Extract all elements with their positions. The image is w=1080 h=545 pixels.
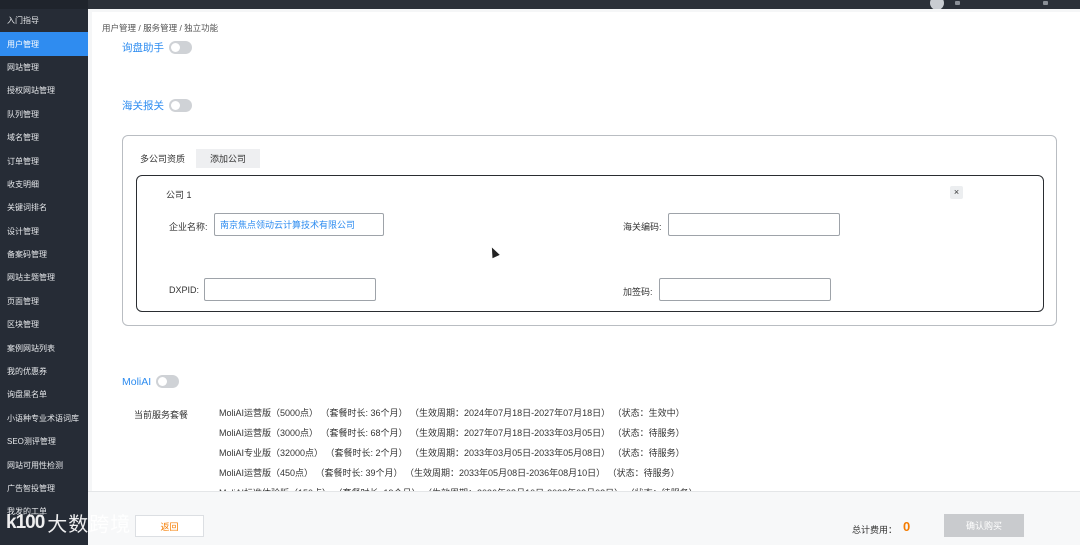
- inquiry-assistant-toggle[interactable]: [169, 41, 192, 54]
- sidebar-item[interactable]: 域名管理: [0, 126, 88, 149]
- dxpid-label: DXPID:: [169, 285, 200, 295]
- company-name-label: 企业名称:: [169, 222, 208, 232]
- sidebar-top-strip: [0, 0, 88, 9]
- sidebar-item[interactable]: 备案码管理: [0, 243, 88, 266]
- sidebar-item[interactable]: 我的优惠券: [0, 360, 88, 383]
- sidebar-item[interactable]: 页面管理: [0, 290, 88, 313]
- moliai-label: MoliAI: [122, 375, 152, 388]
- list-item: MoliAI运营版（5000点） （套餐时长: 36个月） （生效周期：2024…: [219, 408, 685, 418]
- content-panel: 用户管理 / 服务管理 / 独立功能 询盘助手 海关报关 多公司资质 添加公司 …: [92, 12, 1080, 494]
- topbar-action-icon[interactable]: [1043, 1, 1048, 5]
- sidebar-item[interactable]: 案例网站列表: [0, 336, 88, 359]
- add-company-button[interactable]: 添加公司: [196, 149, 261, 168]
- sidebar-item[interactable]: 订单管理: [0, 149, 88, 172]
- multi-company-tab[interactable]: 多公司资质: [140, 152, 185, 165]
- top-bar: [88, 0, 1080, 10]
- topbar-menu-icon[interactable]: [955, 1, 960, 5]
- feature-inquiry-assistant: 询盘助手: [122, 40, 192, 55]
- sidebar-item[interactable]: 区块管理: [0, 313, 88, 336]
- total-cost-label: 总计费用：: [852, 525, 898, 535]
- close-icon[interactable]: ×: [950, 186, 963, 199]
- main-content: 用户管理 / 服务管理 / 独立功能 询盘助手 海关报关 多公司资质 添加公司 …: [88, 9, 1080, 545]
- list-item: MoliAI运营版（450点） （套餐时长: 39个月） （生效周期：2033年…: [219, 468, 680, 478]
- sign-code-input[interactable]: [659, 278, 831, 301]
- company-card: 公司 1 × 企业名称: 海关编码: DXPID: 加签码:: [136, 175, 1044, 312]
- inquiry-assistant-label: 询盘助手: [122, 42, 164, 54]
- sign-code-label: 加签码:: [623, 287, 653, 297]
- list-item: MoliAI运营版（3000点） （套餐时长: 68个月） （生效周期：2027…: [219, 428, 685, 438]
- sidebar-item[interactable]: 小语种专业术语词库: [0, 407, 88, 430]
- sidebar-menu: 入门指导 用户管理 网站管理 授权网站管理 队列管理 域名管理 订单管理 收支明细 关键词排名设…: [0, 9, 88, 524]
- sidebar-item[interactable]: 网站可用性检测: [0, 453, 88, 476]
- current-service-label: 当前服务套餐: [134, 410, 189, 420]
- sidebar-item[interactable]: 网站主题管理: [0, 266, 88, 289]
- confirm-purchase-button[interactable]: 确认购买: [944, 514, 1024, 537]
- watermark: k100 大数跨境: [6, 508, 131, 537]
- customs-code-input[interactable]: [668, 213, 840, 236]
- sidebar-item[interactable]: 收支明细: [0, 173, 88, 196]
- company-name-input[interactable]: [214, 213, 384, 236]
- sidebar-item[interactable]: 授权网站管理: [0, 79, 88, 102]
- sidebar-item[interactable]: 广告智投管理: [0, 477, 88, 500]
- breadcrumb: 用户管理 / 服务管理 / 独立功能: [102, 23, 219, 33]
- sidebar-item[interactable]: 设计管理: [0, 220, 88, 243]
- company-title: 公司 1: [166, 190, 192, 200]
- sidebar-item[interactable]: SEO测评管理: [0, 430, 88, 453]
- watermark-text: 大数跨境: [47, 514, 132, 536]
- company-tab-row: 多公司资质 添加公司: [140, 149, 261, 168]
- customs-toggle[interactable]: [169, 99, 192, 112]
- sidebar-item[interactable]: 队列管理: [0, 103, 88, 126]
- watermark-logo: k100: [6, 511, 45, 533]
- total-cost-value: 0: [903, 519, 911, 534]
- feature-moliai: MoliAI: [122, 375, 180, 388]
- dxpid-input[interactable]: [204, 278, 376, 301]
- back-button[interactable]: 返回: [135, 515, 204, 537]
- moliai-toggle[interactable]: [156, 375, 180, 388]
- footer-bar: 返回 总计费用： 0 确认购买: [88, 491, 1080, 545]
- sidebar-item[interactable]: 用户管理: [0, 32, 88, 56]
- sidebar-item[interactable]: 网站管理: [0, 56, 88, 79]
- service-package-list: MoliAI运营版（5000点） （套餐时长: 36个月） （生效周期：2024…: [219, 407, 1059, 494]
- customs-code-label: 海关编码:: [623, 222, 662, 232]
- sidebar-item[interactable]: 入门指导: [0, 9, 88, 32]
- feature-customs: 海关报关: [122, 98, 192, 113]
- customs-label: 海关报关: [122, 100, 164, 112]
- sidebar: 入门指导 用户管理 网站管理 授权网站管理 队列管理 域名管理 订单管理 收支明细 关键词排名设…: [0, 0, 88, 545]
- sidebar-item[interactable]: 关键词排名: [0, 196, 88, 219]
- list-item: MoliAI专业版（32000点） （套餐时长: 2个月） （生效周期：2033…: [219, 448, 685, 458]
- sidebar-item[interactable]: 询盘黑名单: [0, 383, 88, 406]
- customs-company-box: 多公司资质 添加公司 公司 1 × 企业名称: 海关编码: DXPID: 加签码…: [122, 135, 1057, 326]
